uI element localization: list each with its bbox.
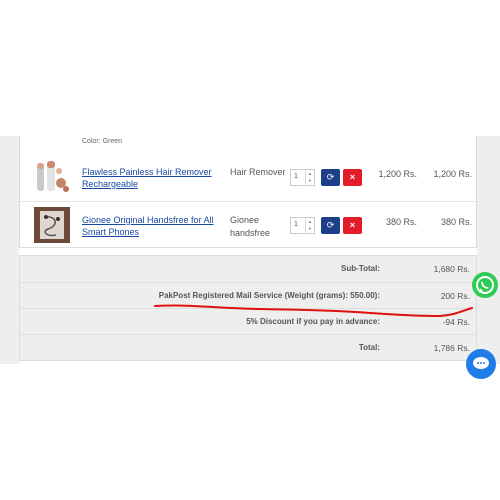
screenshot-area: Color: Green Flawless Painless Hair Remo… [0, 136, 500, 364]
quantity-input[interactable]: 1 ▲ ▼ [290, 169, 315, 186]
product-model: Gionee handsfree [230, 215, 271, 238]
whatsapp-button[interactable] [472, 272, 498, 298]
unit-price: 380 Rs. [385, 217, 417, 227]
update-button[interactable]: ⟳ [321, 217, 340, 234]
refresh-icon: ⟳ [326, 172, 335, 182]
refresh-icon: ⟳ [326, 220, 335, 230]
product-name-link[interactable]: Flawless Painless Hair Remover Rechargea… [82, 166, 222, 190]
chat-widget-button[interactable] [466, 349, 496, 379]
totals-label: Total: [358, 343, 380, 352]
close-icon: × [349, 220, 356, 230]
quantity-spinner[interactable]: ▲ ▼ [305, 218, 314, 233]
cart-row: Gionee Original Handsfree for All Smart … [20, 201, 476, 248]
product-thumbnail-handsfree[interactable] [34, 207, 70, 243]
quantity-spinner[interactable]: ▲ ▼ [305, 170, 314, 185]
totals-row-subtotal: Sub-Total: 1,680 Rs. [20, 256, 476, 282]
totals-value: 1,786 Rs. [433, 343, 470, 353]
item-option-color: Color: Green [82, 138, 123, 145]
totals-label: PakPost Registered Mail Service (Weight … [158, 291, 380, 300]
line-total: 1,200 Rs. [433, 169, 472, 179]
quantity-value: 1 [294, 221, 298, 228]
totals-value: 1,680 Rs. [433, 264, 470, 274]
close-icon: × [349, 172, 356, 182]
line-total: 380 Rs. [440, 217, 472, 227]
update-button[interactable]: ⟳ [321, 169, 340, 186]
product-thumbnail-hair-remover[interactable] [34, 159, 70, 195]
totals-row-shipping: PakPost Registered Mail Service (Weight … [20, 282, 476, 309]
totals-value: 200 Rs. [440, 291, 470, 301]
totals-label: 5% Discount if you pay in advance: [246, 317, 380, 326]
totals-row-total: Total: 1,786 Rs. [20, 334, 476, 361]
product-name-link[interactable]: Gionee Original Handsfree for All Smart … [82, 214, 222, 238]
cart-table: Color: Green Flawless Painless Hair Remo… [19, 136, 477, 248]
order-totals: Sub-Total: 1,680 Rs. PakPost Registered … [19, 255, 477, 361]
quantity-value: 1 [294, 173, 298, 180]
unit-price: 1,200 Rs. [378, 169, 417, 179]
totals-row-discount: 5% Discount if you pay in advance: -94 R… [20, 308, 476, 335]
chat-icon [473, 357, 489, 369]
whatsapp-icon [476, 276, 494, 294]
product-model: Hair Remover [230, 167, 286, 177]
totals-label: Sub-Total: [341, 264, 380, 273]
cart-row: Flawless Painless Hair Remover Rechargea… [20, 154, 476, 200]
quantity-input[interactable]: 1 ▲ ▼ [290, 217, 315, 234]
totals-value: -94 Rs. [442, 317, 470, 327]
cart-page: Color: Green Flawless Painless Hair Remo… [19, 136, 477, 364]
